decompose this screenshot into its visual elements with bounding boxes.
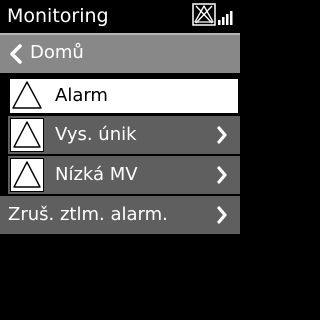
menu-item-label: Alarm xyxy=(55,85,108,106)
back-button[interactable]: Domů xyxy=(0,33,240,73)
chevron-right-icon xyxy=(216,206,228,224)
menu-item-zrus-ztlm-alarm[interactable]: Zruš. ztlm. alarm. xyxy=(0,196,240,234)
title-bar: Monitoring xyxy=(0,0,240,33)
chevron-right-icon xyxy=(216,126,228,144)
signal-bars-icon xyxy=(218,11,233,25)
status-icons xyxy=(192,3,236,27)
menu-item-label: Nízká MV xyxy=(55,164,138,185)
alarm-muted-icon xyxy=(192,3,216,26)
page-title: Monitoring xyxy=(7,5,109,27)
menu-item-alarm[interactable]: Alarm xyxy=(8,77,240,115)
warning-triangle-icon xyxy=(10,79,44,113)
chevron-right-icon xyxy=(216,166,228,184)
menu-item-nizka-mv[interactable]: Nízká MV xyxy=(8,156,240,194)
menu-item-vys-unik[interactable]: Vys. únik xyxy=(8,116,240,154)
chevron-left-icon xyxy=(9,44,23,64)
menu-item-label: Vys. únik xyxy=(55,124,137,145)
warning-triangle-icon xyxy=(10,158,44,192)
warning-triangle-icon xyxy=(10,118,44,152)
back-label: Domů xyxy=(30,42,84,63)
menu-item-label: Zruš. ztlm. alarm. xyxy=(8,204,168,225)
